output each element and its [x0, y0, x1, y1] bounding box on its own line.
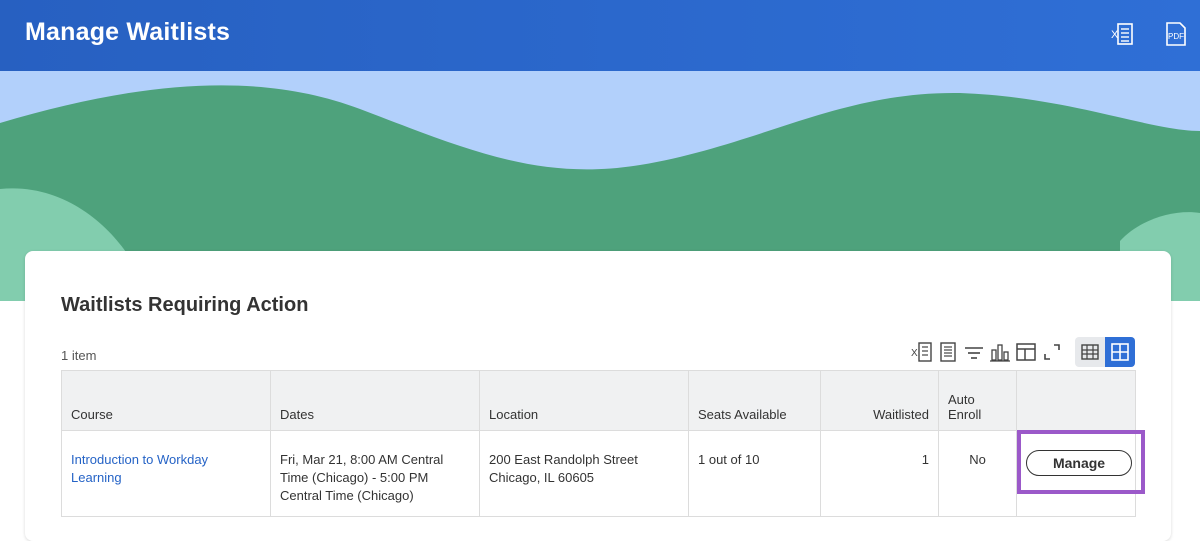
print-icon[interactable] [935, 337, 961, 367]
table-view-icon[interactable] [1075, 337, 1105, 367]
column-header-action [1016, 370, 1136, 431]
manage-button[interactable]: Manage [1026, 450, 1132, 476]
course-cell: Introduction to Workday Learning [61, 430, 271, 517]
waitlists-card: Waitlists Requiring Action 1 item X Cour… [25, 251, 1171, 541]
item-count: 1 item [61, 348, 97, 363]
excel-export-icon[interactable]: X [909, 337, 935, 367]
page-title: Manage Waitlists [25, 18, 231, 46]
column-layout-icon[interactable] [1013, 337, 1039, 367]
location-city: Chicago, IL 60605 [489, 470, 595, 485]
seats-available-cell: 1 out of 10 [688, 430, 821, 517]
grid-view-icon[interactable] [1105, 337, 1135, 367]
location-cell: 200 East Randolph Street Chicago, IL 606… [479, 430, 689, 517]
svg-text:PDF: PDF [1168, 32, 1184, 41]
table-header-row: Course Dates Location Seats Available Wa… [61, 370, 1136, 431]
view-toggle [1075, 337, 1135, 367]
course-link[interactable]: Introduction to Workday Learning [71, 452, 208, 485]
fullscreen-icon[interactable] [1039, 337, 1065, 367]
page-header: Manage Waitlists X PDF [0, 0, 1200, 71]
column-header-course[interactable]: Course [61, 370, 271, 431]
action-cell: Manage [1016, 430, 1145, 517]
dates-cell: Fri, Mar 21, 8:00 AM Central Time (Chica… [270, 430, 480, 517]
table-row: Introduction to Workday Learning Fri, Ma… [61, 430, 1145, 517]
waitlisted-cell: 1 [820, 430, 939, 517]
waitlists-table: Course Dates Location Seats Available Wa… [61, 370, 1145, 517]
chart-icon[interactable] [987, 337, 1013, 367]
auto-enroll-cell: No [938, 430, 1017, 517]
filter-icon[interactable] [961, 337, 987, 367]
pdf-export-icon[interactable]: PDF [1163, 20, 1189, 48]
column-header-dates[interactable]: Dates [270, 370, 480, 431]
location-street: 200 East Randolph Street [489, 452, 638, 467]
svg-text:X: X [911, 348, 918, 359]
excel-export-icon[interactable]: X [1110, 20, 1136, 48]
column-header-waitlisted[interactable]: Waitlisted [820, 370, 939, 431]
svg-text:X: X [1111, 29, 1119, 41]
column-header-location[interactable]: Location [479, 370, 689, 431]
section-title: Waitlists Requiring Action [61, 294, 309, 316]
column-header-auto-enroll[interactable]: Auto Enroll [938, 370, 1017, 431]
column-header-seats-available[interactable]: Seats Available [688, 370, 821, 431]
